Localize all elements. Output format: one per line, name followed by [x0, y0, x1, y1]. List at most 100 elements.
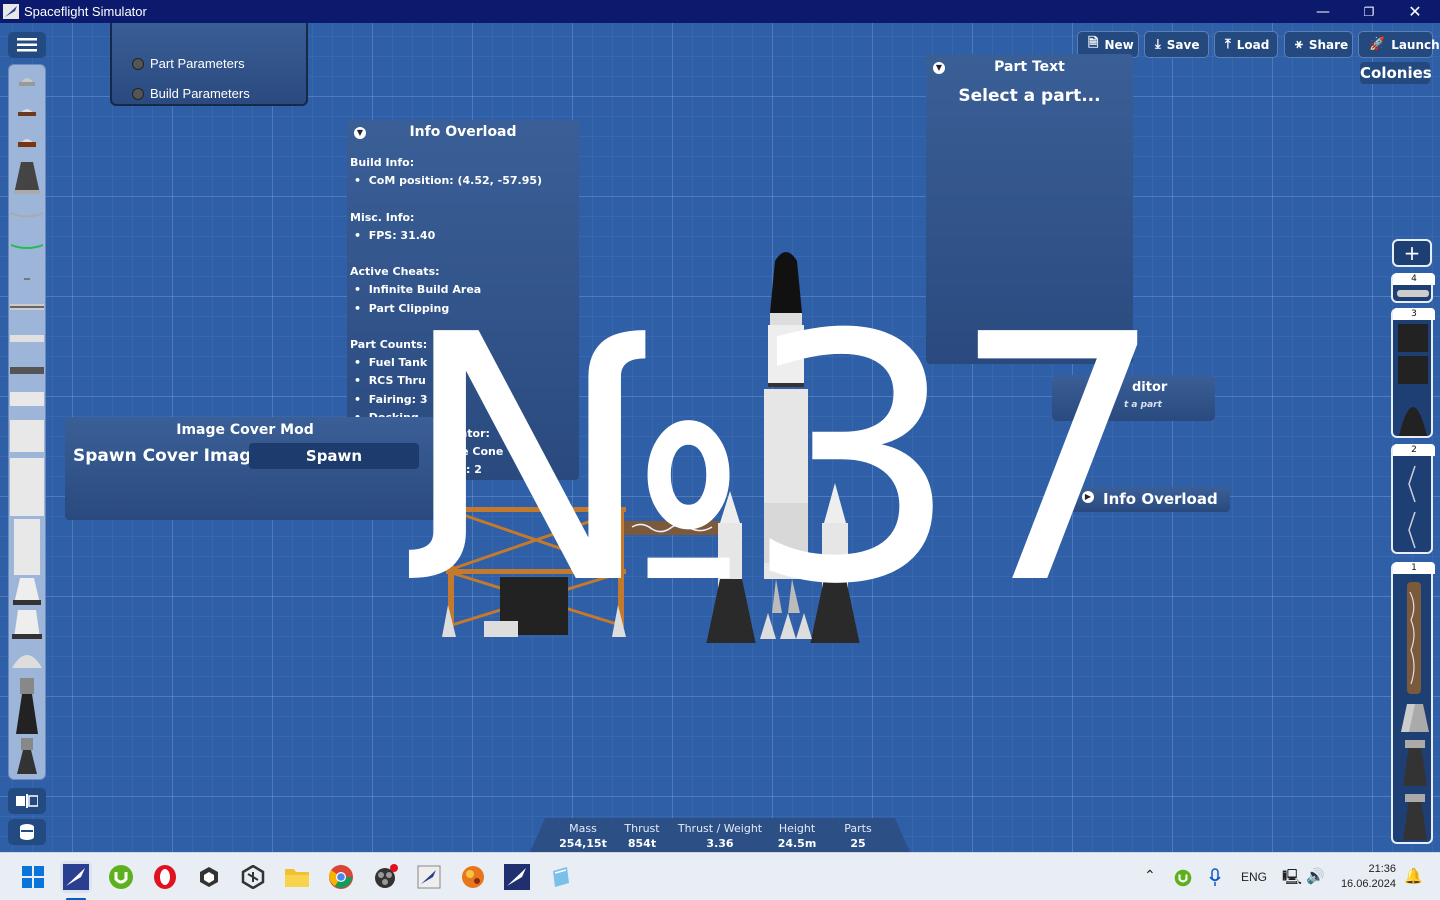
- spaceflight-editor-icon: [417, 865, 441, 889]
- new-label: New: [1104, 37, 1134, 52]
- tray-microphone[interactable]: [1208, 868, 1222, 892]
- cube-icon: [200, 867, 218, 887]
- davinci-icon: [375, 864, 398, 888]
- taskbar-opera[interactable]: [149, 861, 181, 893]
- radio-icon: [132, 57, 144, 70]
- height-value: 24.5m: [777, 837, 817, 850]
- maximize-button[interactable]: ❐: [1346, 0, 1392, 23]
- network-icon[interactable]: 🖳: [1282, 867, 1302, 892]
- small-part[interactable]: [24, 278, 30, 280]
- thrust-weight-label: Thrust / Weight: [677, 822, 763, 835]
- tray-utorrent[interactable]: [1174, 869, 1192, 891]
- heat-shield-part[interactable]: [11, 212, 43, 218]
- volume-icon[interactable]: 🔊: [1306, 867, 1325, 885]
- symmetry-button[interactable]: [8, 788, 46, 814]
- share-button[interactable]: ⚹ Share: [1284, 31, 1353, 58]
- taskbar-game-app[interactable]: [457, 861, 489, 893]
- clock-date: 16.06.2024: [1340, 878, 1396, 890]
- engine-fairing-part-2[interactable]: [12, 610, 42, 639]
- parts-stat: Parts 25: [836, 822, 880, 850]
- parts-value: 25: [850, 837, 866, 850]
- fuel-tank-small-part[interactable]: [10, 392, 44, 406]
- stage-3[interactable]: 3: [1391, 308, 1435, 438]
- fps-text: FPS: 31.40: [368, 228, 436, 242]
- com-position-item: • CoM position: (4.52, -57.95): [354, 174, 543, 188]
- stage-4[interactable]: 4: [1391, 273, 1435, 303]
- build-parameters-label: Build Parameters: [150, 86, 250, 101]
- engine-fairing-part[interactable]: [13, 578, 41, 605]
- stage-1[interactable]: 1: [1391, 562, 1435, 844]
- hamburger-icon: [17, 38, 37, 52]
- launch-button[interactable]: 🚀 Launch: [1358, 31, 1440, 58]
- fuel-tank-icon: [20, 824, 34, 840]
- part-text-title: Part Text: [994, 59, 1065, 75]
- taskbar-spaceflight-app-2[interactable]: [501, 861, 533, 893]
- stats-bar: Mass 254,15t Thrust 854t Thrust / Weight…: [530, 818, 910, 852]
- part-text-body: Select a part...: [958, 86, 1101, 106]
- taskbar-davinci[interactable]: [369, 861, 401, 893]
- share-icon: ⚹: [1295, 37, 1303, 52]
- capsule-small-part[interactable]: [19, 78, 35, 86]
- colonies-button[interactable]: Colonies: [1360, 62, 1432, 84]
- restore-icon: ❐: [1363, 4, 1375, 19]
- taskbar-spaceflight-editor[interactable]: [413, 861, 445, 893]
- plus-icon: +: [1403, 241, 1421, 265]
- part-parameters-label: Part Parameters: [150, 56, 245, 71]
- start-button[interactable]: [17, 861, 49, 893]
- decoupler-part[interactable]: [10, 367, 44, 374]
- language-indicator[interactable]: ENG: [1241, 870, 1267, 884]
- capsule-large-part[interactable]: [14, 162, 40, 194]
- taskbar-chrome[interactable]: [325, 861, 357, 893]
- parts-category-button[interactable]: [8, 819, 46, 845]
- fuel-tank-thin-part[interactable]: [10, 335, 44, 342]
- taskbar-file-explorer[interactable]: [281, 861, 313, 893]
- window-title: Spaceflight Simulator: [24, 4, 147, 19]
- spawn-button[interactable]: Spawn: [249, 443, 419, 469]
- engine-medium-part[interactable]: [17, 738, 37, 774]
- taskbar-unity-hub[interactable]: [193, 861, 225, 893]
- load-label: Load: [1236, 37, 1270, 52]
- parts-toolbar: [8, 64, 46, 780]
- add-stage-button[interactable]: +: [1392, 239, 1432, 267]
- close-button[interactable]: ✕: [1392, 0, 1438, 23]
- clock[interactable]: 21:36 16.06.2024: [1336, 862, 1396, 892]
- build-area[interactable]: Part Parameters Build Parameters 🗎 New ⤓…: [0, 23, 1440, 852]
- notification-bell-icon[interactable]: 🔔: [1404, 867, 1423, 885]
- fuel-tank-xl-part[interactable]: [14, 519, 40, 575]
- stage-2[interactable]: 2: [1391, 444, 1435, 554]
- parachute-part[interactable]: [11, 244, 43, 249]
- app-icon: [3, 4, 19, 19]
- taskbar-notes[interactable]: [545, 861, 577, 893]
- thrust-value: 854t: [627, 837, 657, 850]
- decoupler-part-icon: [1398, 324, 1428, 352]
- radio-icon: [132, 87, 144, 100]
- folder-icon: [285, 869, 309, 887]
- taskbar-utorrent[interactable]: [105, 861, 137, 893]
- separator-part[interactable]: [10, 304, 44, 310]
- thrust-weight-value: 3.36: [706, 837, 734, 850]
- taskbar-unity[interactable]: [237, 861, 269, 893]
- utorrent-icon: [1174, 869, 1192, 887]
- dome-part[interactable]: [12, 655, 42, 668]
- menu-button[interactable]: [8, 32, 46, 58]
- microphone-icon: [1209, 868, 1221, 886]
- parts-list: [10, 78, 44, 774]
- engine-large-part[interactable]: [16, 678, 38, 734]
- save-button[interactable]: ⤓ Save: [1144, 31, 1209, 58]
- load-button[interactable]: ⤒ Load: [1214, 31, 1278, 58]
- capsule-brown-part-2[interactable]: [18, 139, 36, 147]
- spawn-label: Spawn: [305, 447, 363, 465]
- minimize-button[interactable]: —: [1300, 0, 1346, 23]
- capsule-brown-part[interactable]: [18, 109, 36, 116]
- unity-icon: [241, 865, 265, 889]
- taskbar: ⌃ ENG 🖳 🔊 21:36 16.06.2024 🔔: [0, 852, 1440, 900]
- build-parameters-option[interactable]: Build Parameters: [132, 86, 250, 101]
- part-parameters-option[interactable]: Part Parameters: [132, 56, 245, 71]
- taskbar-spaceflight-app[interactable]: [60, 861, 92, 893]
- chevron-up-icon[interactable]: ⌃: [1144, 867, 1156, 884]
- fuel-tank-large-part[interactable]: [10, 458, 44, 516]
- clock-time: 21:36: [1368, 863, 1396, 875]
- mass-label: Mass: [569, 822, 597, 835]
- fuel-tank-medium-part[interactable]: [10, 420, 44, 452]
- stage-number: 4: [1393, 273, 1435, 285]
